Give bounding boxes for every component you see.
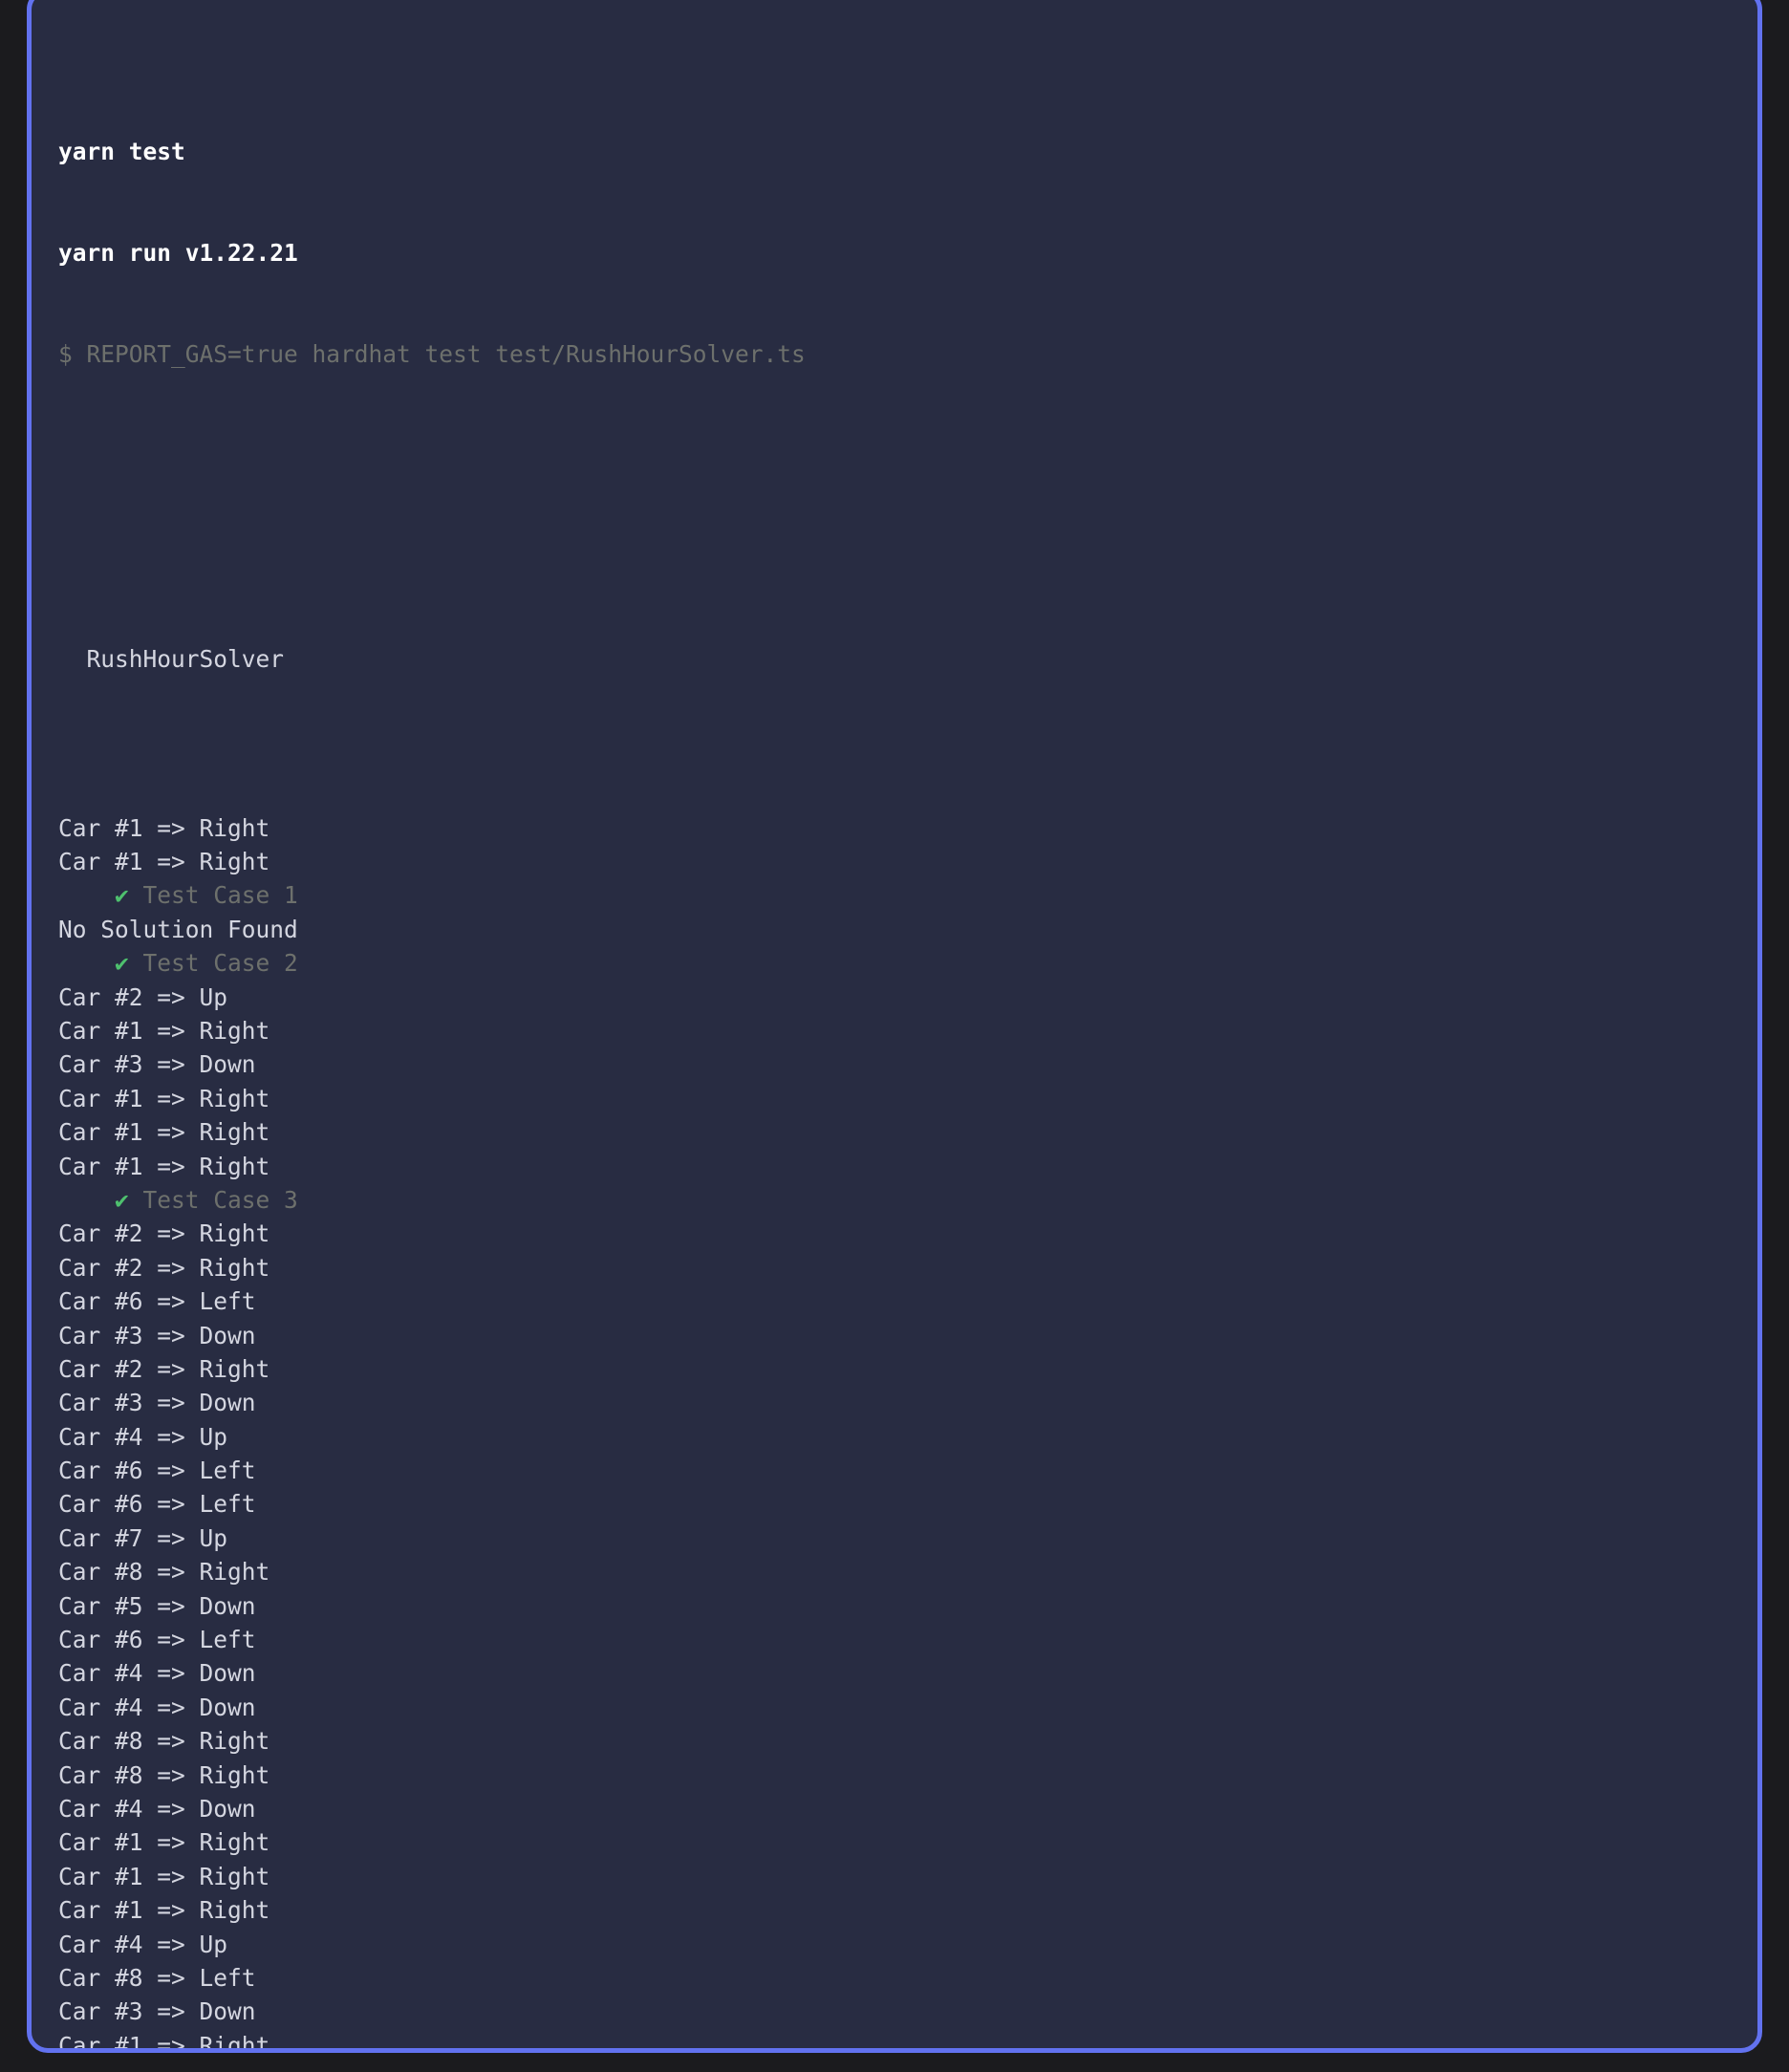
move-log-line: Car #6 => Left — [32, 1623, 1757, 1656]
move-log-text: Car #2 => Right — [58, 1219, 270, 1248]
move-log-line: Car #8 => Right — [32, 1759, 1757, 1792]
move-log-text: Car #4 => Down — [58, 1659, 256, 1688]
move-log-line: Car #7 => Up — [32, 1522, 1757, 1555]
move-log-line: Car #1 => Right — [32, 1082, 1757, 1115]
move-log-text: Car #1 => Right — [58, 1017, 270, 1046]
move-log-line: Car #4 => Up — [32, 1928, 1757, 1961]
move-log-text: Car #3 => Down — [58, 1321, 256, 1349]
move-log-text: Car #6 => Left — [58, 1490, 256, 1519]
move-log-line: Car #1 => Right — [32, 1825, 1757, 1859]
move-log-line: Car #4 => Down — [32, 1656, 1757, 1690]
move-log-line: Car #2 => Right — [32, 1251, 1757, 1284]
move-log-text: Car #1 => Right — [58, 1862, 270, 1890]
test-case-label: Test Case 2 — [142, 949, 298, 978]
move-log-line: Car #8 => Left — [32, 1961, 1757, 1995]
move-log-line: Car #3 => Down — [32, 1995, 1757, 2028]
move-log-text: Car #8 => Left — [58, 1963, 256, 1992]
script-line: $ REPORT_GAS=true hardhat test test/Rush… — [32, 337, 1757, 371]
move-log-text: Car #1 => Right — [58, 1828, 270, 1857]
move-log-line: Car #3 => Down — [32, 1386, 1757, 1419]
move-log-line: Car #6 => Left — [32, 1284, 1757, 1318]
move-log-line: Car #4 => Down — [32, 1792, 1757, 1825]
move-log-text: Car #2 => Right — [58, 1253, 270, 1282]
move-log-text: Car #4 => Up — [58, 1422, 228, 1451]
check-icon: ✔ — [115, 949, 129, 978]
move-log-line: Car #1 => Right — [32, 1860, 1757, 1893]
move-log-line: Car #1 => Right — [32, 845, 1757, 878]
move-log-line: Car #5 => Down — [32, 1589, 1757, 1623]
yarn-version-line: yarn run v1.22.21 — [32, 236, 1757, 270]
move-log-text: Car #8 => Right — [58, 1760, 270, 1789]
move-log-line: Car #2 => Right — [32, 1352, 1757, 1386]
move-log-text: Car #2 => Up — [58, 982, 228, 1011]
move-log-text: No Solution Found — [58, 915, 298, 943]
move-log-line: Car #1 => Right — [32, 1115, 1757, 1149]
move-log-text: Car #3 => Down — [58, 1997, 256, 2026]
test-case-pass-line: ✔ Test Case 1 — [32, 878, 1757, 912]
move-log-line: Car #1 => Right — [32, 1893, 1757, 1927]
command-echo-text: yarn test — [58, 137, 185, 165]
move-log-text: Car #1 => Right — [58, 1896, 270, 1925]
test-case-pass-line: ✔ Test Case 2 — [32, 946, 1757, 980]
move-log-line: Car #2 => Right — [32, 1217, 1757, 1250]
move-log-text: Car #1 => Right — [58, 848, 270, 876]
check-icon: ✔ — [115, 1185, 129, 1214]
check-icon: ✔ — [115, 881, 129, 910]
move-log-text: Car #5 => Down — [58, 1591, 256, 1620]
move-log-line: Car #1 => Right — [32, 2029, 1757, 2053]
move-log-text: Car #1 => Right — [58, 813, 270, 842]
suite-title-line: RushHourSolver — [32, 642, 1757, 676]
move-log-line: Car #1 => Right — [32, 811, 1757, 845]
move-log-text: Car #6 => Left — [58, 1287, 256, 1316]
move-log-text: Car #8 => Right — [58, 1727, 270, 1756]
move-log-line: Car #3 => Down — [32, 1047, 1757, 1081]
move-log-line: Car #6 => Left — [32, 1454, 1757, 1487]
yarn-version-text: yarn run v1.22.21 — [58, 238, 298, 267]
move-log-line: Car #8 => Right — [32, 1724, 1757, 1758]
move-log-text: Car #6 => Left — [58, 1626, 256, 1654]
move-log-text: Car #1 => Right — [58, 1152, 270, 1180]
test-case-label: Test Case 3 — [142, 1185, 298, 1214]
move-log-text: Car #2 => Right — [58, 1354, 270, 1383]
move-log-text: Car #1 => Right — [58, 1084, 270, 1112]
move-log-line: Car #8 => Right — [32, 1555, 1757, 1588]
move-log-text: Car #7 => Up — [58, 1523, 228, 1552]
move-log-text: Car #6 => Left — [58, 1457, 256, 1485]
move-log-text: Car #4 => Down — [58, 1693, 256, 1721]
suite-title: RushHourSolver — [86, 644, 285, 673]
move-log-text: Car #1 => Right — [58, 1118, 270, 1147]
move-log-line: Car #2 => Up — [32, 981, 1757, 1014]
move-log-text: Car #4 => Down — [58, 1795, 256, 1823]
move-log-line: Car #4 => Down — [32, 1691, 1757, 1724]
terminal-window: $ yarn run v1.22.21 ✔ ✔ yarn test yarn r… — [27, 0, 1762, 2053]
move-log-text: Car #4 => Up — [58, 1930, 228, 1958]
terminal-output[interactable]: yarn test yarn run v1.22.21 $ REPORT_GAS… — [32, 0, 1757, 2053]
move-log-line: Car #3 => Down — [32, 1319, 1757, 1352]
move-log-text: Car #3 => Down — [58, 1389, 256, 1417]
command-echo-line: yarn test — [32, 135, 1757, 168]
test-case-pass-line: ✔ Test Case 3 — [32, 1183, 1757, 1217]
script-command-text: REPORT_GAS=true hardhat test test/RushHo… — [86, 340, 806, 369]
test-log-list: Car #1 => Right Car #1 => Right ✔ Test Ca… — [32, 811, 1757, 2053]
move-log-line: Car #4 => Up — [32, 1420, 1757, 1454]
move-log-line: Car #1 => Right — [32, 1150, 1757, 1183]
test-case-label: Test Case 1 — [142, 881, 298, 910]
clipped-scrollback-line: $ yarn run v1.22.21 ✔ ✔ — [32, 0, 1757, 2]
move-log-text: Car #1 => Right — [58, 2031, 270, 2053]
move-log-line: Car #1 => Right — [32, 1014, 1757, 1047]
move-log-text: Car #8 => Right — [58, 1558, 270, 1586]
move-log-line: No Solution Found — [32, 913, 1757, 946]
dollar-prompt-icon: $ — [58, 340, 73, 369]
move-log-text: Car #3 => Down — [58, 1050, 256, 1079]
move-log-line: Car #6 => Left — [32, 1487, 1757, 1521]
